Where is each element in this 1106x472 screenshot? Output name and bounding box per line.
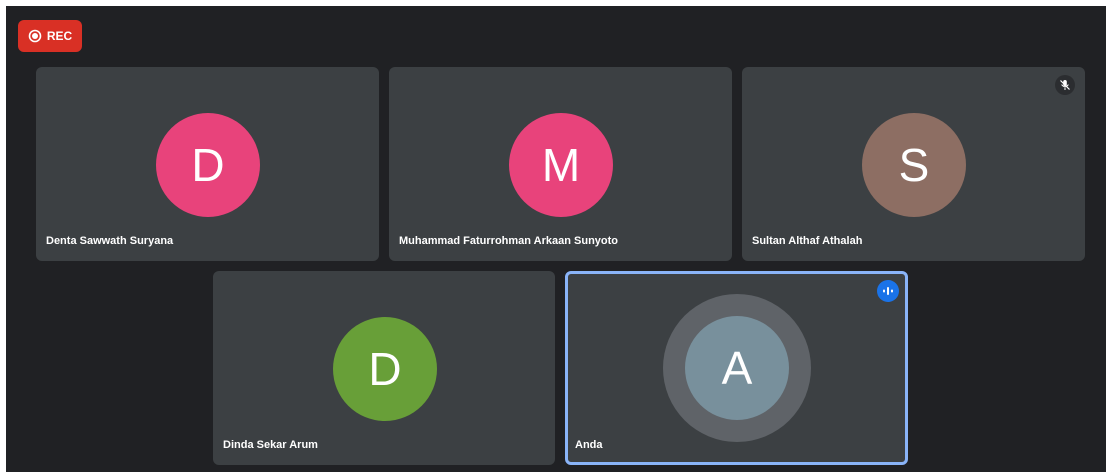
recording-indicator[interactable]: REC (18, 20, 82, 52)
recording-label: REC (46, 29, 73, 43)
mic-off-icon (1055, 75, 1075, 95)
avatar-initial: A (721, 342, 753, 394)
participant-name: Muhammad Faturrohman Arkaan Sunyoto (399, 235, 619, 247)
avatar: A (685, 316, 789, 420)
participant-tile[interactable]: M Muhammad Faturrohman Arkaan Sunyoto (389, 67, 732, 261)
meeting-stage: REC D Denta Sawwath Suryana M Muhammad F… (6, 6, 1106, 472)
avatar: M (509, 113, 613, 217)
record-icon (28, 29, 42, 43)
avatar-initial: D (191, 139, 225, 191)
avatar-initial: S (898, 139, 930, 191)
participant-tile-self[interactable]: A Anda (565, 271, 908, 465)
participant-tile[interactable]: D Denta Sawwath Suryana (36, 67, 379, 261)
avatar-initial: D (368, 343, 402, 395)
avatar: S (862, 113, 966, 217)
avatar: D (156, 113, 260, 217)
participant-tile[interactable]: D Dinda Sekar Arum (213, 271, 555, 465)
mic-off-glyph (1060, 80, 1070, 90)
participant-name: Denta Sawwath Suryana (46, 235, 174, 247)
audio-level-icon (877, 280, 899, 302)
audio-level-glyph (883, 287, 893, 295)
avatar-initial: M (541, 139, 581, 191)
avatar: D (333, 317, 437, 421)
participant-name: Anda (575, 439, 603, 451)
participant-name: Sultan Althaf Athalah (752, 235, 863, 247)
participant-name: Dinda Sekar Arum (223, 439, 318, 451)
participant-tile[interactable]: S Sultan Althaf Athalah (742, 67, 1085, 261)
